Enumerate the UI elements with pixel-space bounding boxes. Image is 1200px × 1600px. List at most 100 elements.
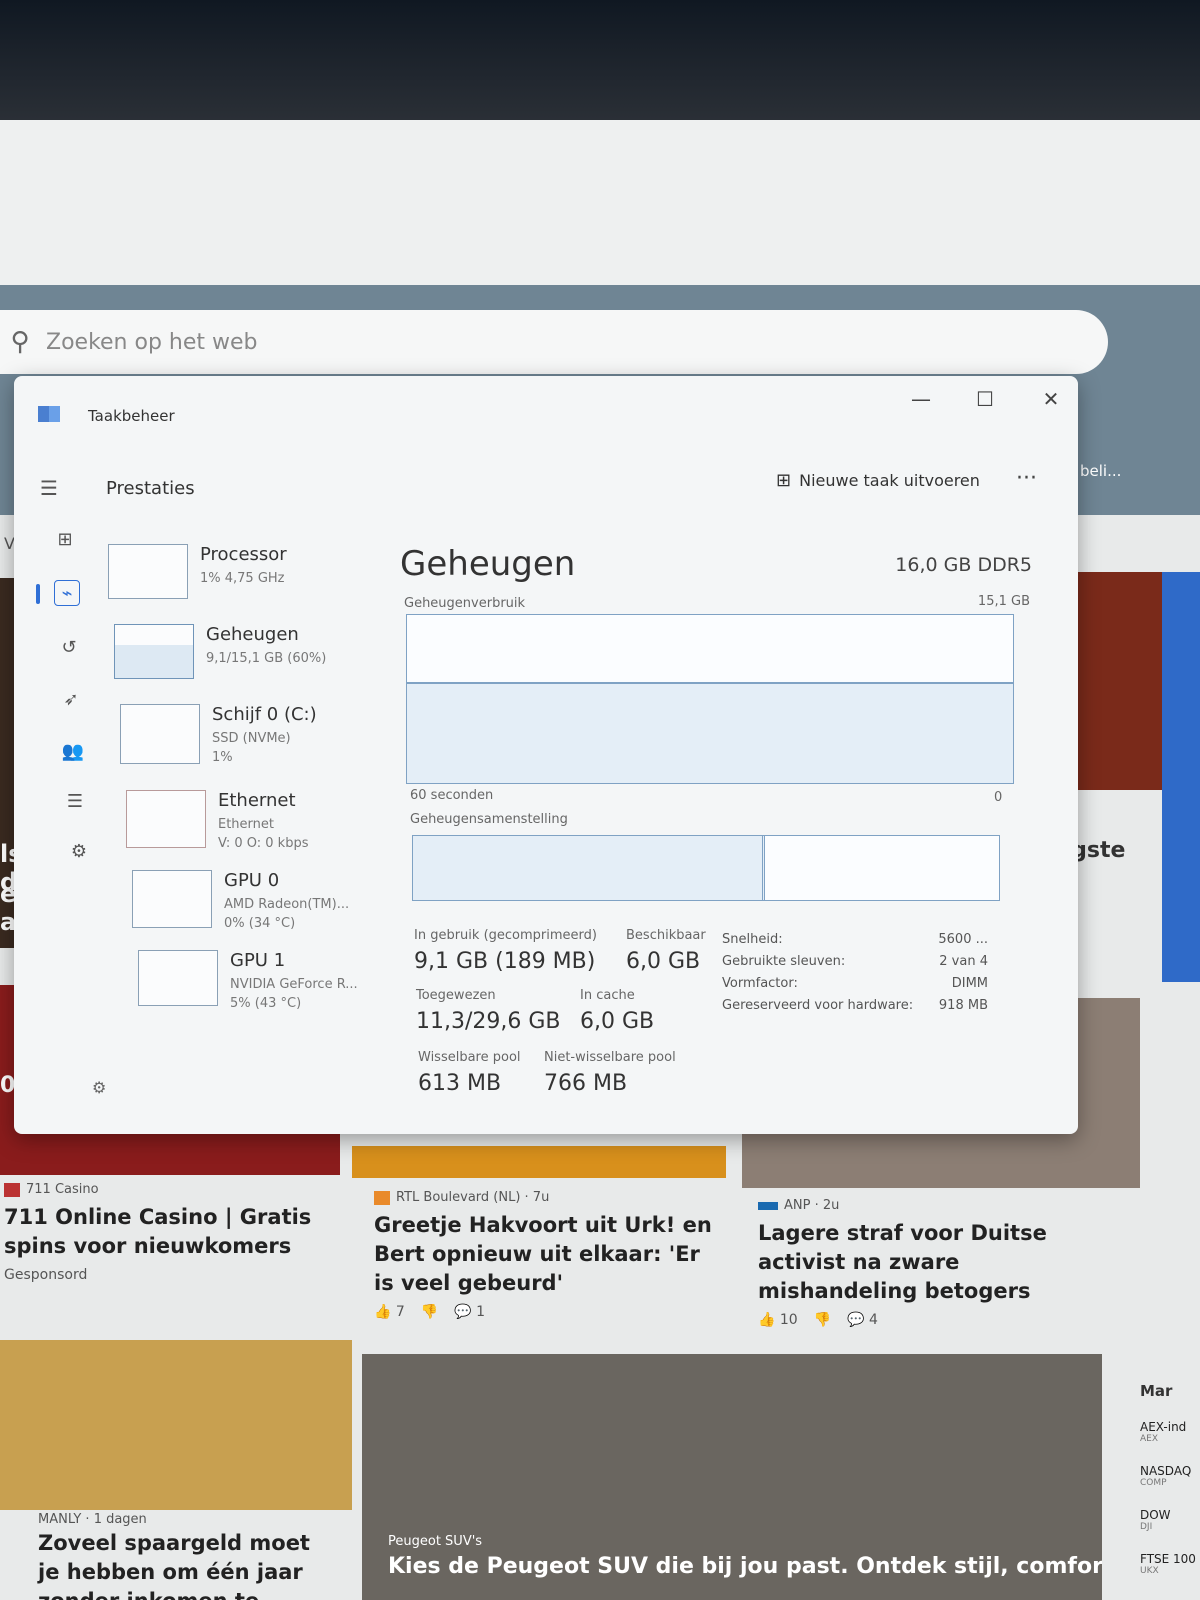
section-title: Prestaties <box>106 478 195 499</box>
news-card-3[interactable]: ANP · 2u Lagere straf voor Duitse activi… <box>758 1198 1058 1328</box>
maximize-icon: ☐ <box>976 387 994 411</box>
stat-committed: Toegewezen 11,3/29,6 GB <box>416 988 561 1034</box>
close-icon: ✕ <box>1042 387 1060 411</box>
comment-button[interactable]: 💬 1 <box>454 1304 485 1320</box>
nav-performance-icon[interactable]: ⌁ <box>54 580 80 606</box>
comment-count: 1 <box>476 1304 486 1320</box>
ethernet-thumbnail-graph <box>126 790 206 848</box>
stat-available: Beschikbaar 6,0 GB <box>626 928 706 974</box>
news-source: MANLY · 1 dagen <box>38 1512 147 1527</box>
panel-title: Geheugen <box>400 544 576 584</box>
minimize-icon: — <box>911 387 931 411</box>
run-new-task-button[interactable]: ⊞ Nieuwe taak uitvoeren <box>776 470 980 491</box>
market-sub: COMP <box>1140 1478 1167 1488</box>
stat-label: Beschikbaar <box>626 928 706 943</box>
comment-count: 4 <box>869 1312 878 1328</box>
news-title[interactable]: 711 Online Casino | Gratis spins voor ni… <box>4 1203 334 1261</box>
disk-type: SSD (NVMe) <box>212 731 291 746</box>
nav-details-icon[interactable]: ☰ <box>62 788 88 814</box>
dislike-icon[interactable]: 👎 <box>421 1304 438 1320</box>
spec-value: 918 MB <box>938 998 988 1013</box>
gpu-usage: 0% (34 °C) <box>224 916 296 931</box>
like-count: 10 <box>779 1312 798 1328</box>
settings-icon[interactable]: ⚙ <box>92 1078 106 1097</box>
perf-item-name: Geheugen <box>206 624 299 645</box>
nav-startup-icon[interactable]: ➶ <box>58 686 84 712</box>
news-image-2[interactable] <box>352 1146 726 1178</box>
close-button[interactable]: ✕ <box>1034 384 1068 414</box>
market-row[interactable]: NASDAQ COMP <box>1140 1464 1200 1488</box>
new-task-icon: ⊞ <box>776 470 792 491</box>
market-row[interactable]: DOW DJI <box>1140 1508 1200 1532</box>
web-search-bar[interactable]: ⚲ Zoeken op het web <box>0 310 1108 374</box>
market-sub: UKX <box>1140 1566 1159 1576</box>
graph-axis-left: 60 seconden <box>410 788 494 803</box>
right-partial-text-1: beli... <box>1080 462 1122 480</box>
market-row[interactable]: FTSE 100 UKX <box>1140 1552 1200 1576</box>
spec-row-hw-reserved: Gereserveerd voor hardware: 918 MB <box>722 998 988 1013</box>
gpu-usage: 5% (43 °C) <box>230 996 302 1011</box>
market-sub: AEX <box>1140 1434 1159 1444</box>
news-title[interactable]: Lagere straf voor Duitse activist na zwa… <box>758 1219 1058 1306</box>
hamburger-menu-icon[interactable]: ☰ <box>40 476 58 500</box>
nav-processes-icon[interactable]: ⊞ <box>52 526 78 552</box>
disk-usage: 1% <box>212 750 233 765</box>
news-title[interactable]: Kies de Peugeot SUV die bij jou past. On… <box>388 1554 1102 1579</box>
money-image-tile[interactable] <box>0 1340 352 1510</box>
maximize-button[interactable]: ☐ <box>968 384 1002 414</box>
news-source: RTL Boulevard (NL) · 7u <box>396 1190 550 1205</box>
usage-graph-max: 15,1 GB <box>977 594 1030 609</box>
spec-label: Vormfactor: <box>722 976 798 991</box>
perf-item-name: GPU 0 <box>224 870 280 891</box>
market-name: AEX-ind <box>1140 1420 1187 1434</box>
news-title[interactable]: Zoveel spaargeld moet je hebben om één j… <box>38 1529 338 1600</box>
stat-label: Toegewezen <box>416 988 496 1003</box>
car-image-tile[interactable]: Peugeot SUV's Kies de Peugeot SUV die bi… <box>362 1354 1102 1600</box>
like-button[interactable]: 👍 7 <box>374 1304 405 1320</box>
spec-label: Snelheid: <box>722 932 783 947</box>
dislike-icon[interactable]: 👎 <box>814 1312 831 1328</box>
run-new-task-label: Nieuwe taak uitvoeren <box>799 471 980 490</box>
news-card-4[interactable]: MANLY · 1 dagen Zoveel spaargeld moet je… <box>38 1512 338 1600</box>
source-logo-icon <box>374 1190 390 1205</box>
memory-usage-fill <box>407 682 1013 783</box>
spec-label: Gebruikte sleuven: <box>722 954 846 969</box>
perf-item-name: Schijf 0 (C:) <box>212 704 317 725</box>
nav-active-indicator <box>36 584 40 604</box>
ethernet-type: Ethernet <box>218 817 274 832</box>
memory-thumbnail-graph <box>114 624 194 679</box>
memory-composition-bar <box>412 835 1000 901</box>
search-placeholder[interactable]: Zoeken op het web <box>46 330 258 355</box>
stat-cached: In cache 6,0 GB <box>580 988 654 1034</box>
minimize-button[interactable]: — <box>904 384 938 414</box>
like-count: 7 <box>395 1304 405 1320</box>
perf-item-detail: 9,1/15,1 GB (60%) <box>206 651 327 666</box>
stat-value: 11,3/29,6 GB <box>416 1009 561 1034</box>
stat-value: 9,1 GB (189 MB) <box>414 949 596 974</box>
news-card-2[interactable]: RTL Boulevard (NL) · 7u Greetje Hakvoort… <box>374 1190 724 1320</box>
markets-widget[interactable]: Mar AEX-ind AEX NASDAQ COMP DOW DJI FTSE 10… <box>1140 1382 1200 1576</box>
nav-users-icon[interactable]: 👥 <box>60 738 86 764</box>
stat-label: In cache <box>580 988 635 1003</box>
memory-spec: 16,0 GB DDR5 <box>895 554 1032 576</box>
more-options-button[interactable]: ··· <box>1016 466 1037 491</box>
graph-axis-right: 0 <box>994 790 1003 805</box>
task-manager-window[interactable]: Taakbeheer — ☐ ✕ ☰ Prestaties ⊞ Nieuwe t… <box>14 376 1078 1134</box>
like-button[interactable]: 👍 10 <box>758 1312 798 1328</box>
spec-row-form-factor: Vormfactor: DIMM <box>722 976 988 991</box>
composition-label: Geheugensamenstelling <box>410 812 568 827</box>
stat-in-use: In gebruik (gecomprimeerd) 9,1 GB (189 M… <box>414 928 597 974</box>
market-row[interactable]: AEX-ind AEX <box>1140 1420 1200 1444</box>
news-card-1[interactable]: 711 Casino 711 Online Casino | Gratis sp… <box>4 1182 334 1283</box>
comment-button[interactable]: 💬 4 <box>847 1312 878 1328</box>
nav-services-icon[interactable]: ⚙ <box>66 838 92 864</box>
perf-item-name: Ethernet <box>218 790 296 811</box>
spec-label: Gereserveerd voor hardware: <box>722 998 914 1013</box>
stat-value: 6,0 GB <box>626 949 701 974</box>
market-name: NASDAQ <box>1140 1464 1192 1478</box>
gpu-model: NVIDIA GeForce R... <box>230 977 358 992</box>
spec-value: 5600 ... <box>938 932 988 947</box>
right-blue-tile[interactable] <box>1162 572 1200 982</box>
news-title[interactable]: Greetje Hakvoort uit Urk! en Bert opnieu… <box>374 1211 724 1298</box>
nav-history-icon[interactable]: ↺ <box>56 634 82 660</box>
